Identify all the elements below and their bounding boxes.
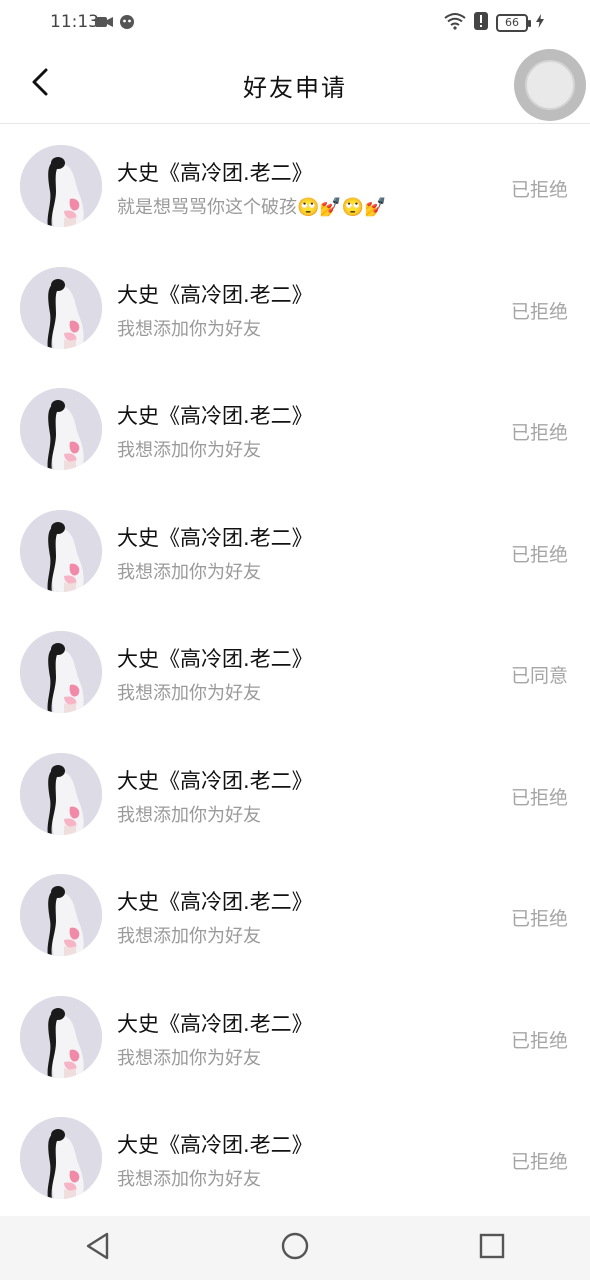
battery-indicator: 66 bbox=[496, 14, 531, 32]
request-message: 我想添加你为好友 bbox=[117, 315, 261, 341]
request-message: 我想添加你为好友 bbox=[117, 1165, 261, 1191]
friend-request-item[interactable]: 大史《高冷团.老二》 我想添加你为好友 已拒绝 bbox=[0, 1097, 590, 1219]
request-message: 我想添加你为好友 bbox=[117, 801, 261, 827]
floating-ball-inner bbox=[525, 60, 575, 110]
avatar[interactable] bbox=[20, 874, 102, 956]
triangle-back-icon bbox=[85, 1232, 111, 1264]
requester-name: 大史《高冷团.老二》 bbox=[117, 890, 313, 914]
request-message-emojis: 🙄💅🙄💅 bbox=[297, 197, 387, 218]
request-message-text: 我想添加你为好友 bbox=[117, 683, 261, 704]
requester-name: 大史《高冷团.老二》 bbox=[117, 161, 313, 185]
wifi-icon bbox=[444, 12, 466, 34]
request-message-text: 我想添加你为好友 bbox=[117, 926, 261, 947]
request-status: 已拒绝 bbox=[510, 908, 568, 930]
requester-name: 大史《高冷团.老二》 bbox=[117, 768, 313, 793]
request-status: 已拒绝 bbox=[510, 179, 568, 201]
request-message: 我想添加你为好友 bbox=[117, 922, 261, 948]
avatar[interactable] bbox=[20, 752, 102, 835]
request-message: 我想添加你为好友 bbox=[117, 558, 261, 584]
friend-request-list: 大史《高冷团.老二》 就是想骂骂你这个破孩🙄💅🙄💅 已拒绝 大史《高冷团.老二》… bbox=[0, 125, 590, 1219]
requester-name: 大史《高冷团.老二》 bbox=[117, 647, 313, 671]
request-message-text: 我想添加你为好友 bbox=[117, 561, 261, 583]
avatar[interactable] bbox=[20, 1117, 102, 1199]
request-status: 已拒绝 bbox=[510, 543, 568, 566]
request-status: 已拒绝 bbox=[510, 786, 568, 809]
request-status: 已拒绝 bbox=[510, 422, 568, 444]
square-recents-icon bbox=[479, 1233, 505, 1263]
friend-request-item[interactable]: 大史《高冷团.老二》 我想添加你为好友 已拒绝 bbox=[0, 975, 590, 1097]
request-message-text: 我想添加你为好友 bbox=[117, 318, 261, 340]
app-notification-icon bbox=[119, 14, 135, 34]
system-nav-bar bbox=[0, 1216, 590, 1280]
friend-request-item[interactable]: 大史《高冷团.老二》 我想添加你为好友 已拒绝 bbox=[0, 489, 590, 611]
requester-name: 大史《高冷团.老二》 bbox=[117, 404, 313, 428]
circle-home-icon bbox=[281, 1232, 309, 1264]
avatar[interactable] bbox=[20, 995, 102, 1078]
avatar[interactable] bbox=[20, 388, 102, 470]
request-status: 已同意 bbox=[510, 665, 568, 687]
request-message-text: 我想添加你为好友 bbox=[117, 1047, 261, 1069]
avatar[interactable] bbox=[20, 631, 102, 713]
friend-request-item[interactable]: 大史《高冷团.老二》 就是想骂骂你这个破孩🙄💅🙄💅 已拒绝 bbox=[0, 125, 590, 247]
friend-request-item[interactable]: 大史《高冷团.老二》 我想添加你为好友 已拒绝 bbox=[0, 854, 590, 976]
requester-name: 大史《高冷团.老二》 bbox=[117, 1011, 313, 1036]
friend-request-item[interactable]: 大史《高冷团.老二》 我想添加你为好友 已拒绝 bbox=[0, 246, 590, 368]
floating-assistive-ball[interactable] bbox=[514, 49, 586, 121]
app-header: 好友申请 bbox=[0, 46, 590, 124]
request-message-text: 我想添加你为好友 bbox=[117, 1169, 261, 1190]
friend-request-item[interactable]: 大史《高冷团.老二》 我想添加你为好友 已拒绝 bbox=[0, 732, 590, 854]
request-message: 我想添加你为好友 bbox=[117, 679, 261, 705]
status-left-icons bbox=[95, 14, 135, 34]
requester-name: 大史《高冷团.老二》 bbox=[117, 282, 313, 307]
avatar[interactable] bbox=[20, 266, 102, 349]
charging-icon bbox=[536, 14, 544, 32]
request-message: 我想添加你为好友 bbox=[117, 436, 261, 462]
nav-back-button[interactable] bbox=[68, 1218, 128, 1278]
friend-request-item[interactable]: 大史《高冷团.老二》 我想添加你为好友 已拒绝 bbox=[0, 368, 590, 490]
request-status: 已拒绝 bbox=[510, 1029, 568, 1052]
nav-recents-button[interactable] bbox=[462, 1218, 522, 1278]
nav-home-button[interactable] bbox=[265, 1218, 325, 1278]
request-message-text: 就是想骂骂你这个破孩 bbox=[117, 197, 297, 218]
request-message: 我想添加你为好友 bbox=[117, 1044, 261, 1070]
request-message: 就是想骂骂你这个破孩🙄💅🙄💅 bbox=[117, 193, 387, 219]
status-right-icons: 66 bbox=[444, 12, 544, 34]
request-status: 已拒绝 bbox=[510, 300, 568, 323]
avatar[interactable] bbox=[20, 509, 102, 592]
page-title: 好友申请 bbox=[243, 74, 347, 102]
status-bar: 11:13 66 bbox=[0, 0, 590, 46]
status-time: 11:13 bbox=[50, 12, 99, 32]
requester-name: 大史《高冷团.老二》 bbox=[117, 525, 313, 550]
alert-icon bbox=[474, 12, 488, 34]
request-message-text: 我想添加你为好友 bbox=[117, 804, 261, 826]
requester-name: 大史《高冷团.老二》 bbox=[117, 1133, 313, 1157]
request-status: 已拒绝 bbox=[510, 1151, 568, 1173]
video-icon bbox=[95, 14, 113, 34]
avatar[interactable] bbox=[20, 145, 102, 227]
request-message-text: 我想添加你为好友 bbox=[117, 440, 261, 461]
friend-request-item[interactable]: 大史《高冷团.老二》 我想添加你为好友 已同意 bbox=[0, 611, 590, 733]
